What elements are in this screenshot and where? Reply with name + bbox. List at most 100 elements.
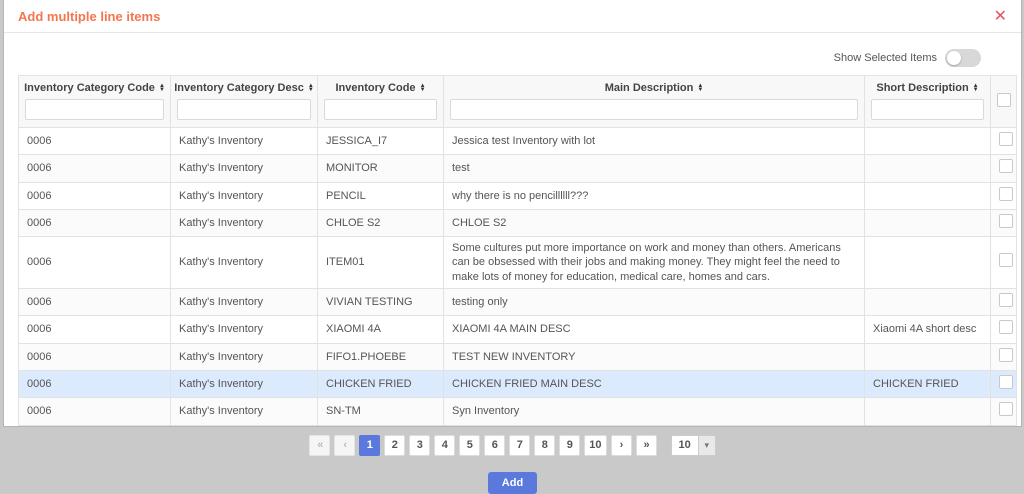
cell-category-desc: Kathy's Inventory <box>171 370 318 397</box>
sort-icon[interactable]: ▲▼ <box>420 84 426 92</box>
table-row[interactable]: 0006 Kathy's Inventory XIAOMI 4A XIAOMI … <box>19 316 1017 343</box>
page-button-5[interactable]: 5 <box>459 435 480 456</box>
sort-icon[interactable]: ▲▼ <box>308 84 314 92</box>
filter-input-main-description[interactable] <box>450 99 858 120</box>
page-button-8[interactable]: 8 <box>534 435 555 456</box>
row-checkbox[interactable] <box>999 159 1013 173</box>
cell-category-code: 0006 <box>19 370 171 397</box>
page-button-1[interactable]: 1 <box>359 435 380 456</box>
cell-main-description: CHICKEN FRIED MAIN DESC <box>444 370 865 397</box>
cell-main-description: why there is no pencillllll??? <box>444 182 865 209</box>
next-page-button[interactable]: › <box>611 435 632 456</box>
table-row[interactable]: 0006 Kathy's Inventory PENCIL why there … <box>19 182 1017 209</box>
close-icon[interactable]: ✕ <box>994 10 1007 24</box>
table-row[interactable]: 0006 Kathy's Inventory FIFO1.PHOEBE TEST… <box>19 343 1017 370</box>
row-checkbox[interactable] <box>999 253 1013 267</box>
filter-input-category-code[interactable] <box>25 99 164 120</box>
cell-inventory-code: ITEM01 <box>318 237 444 289</box>
cell-short-description <box>865 237 991 289</box>
table-row[interactable]: 0006 Kathy's Inventory SN-TM Syn Invento… <box>19 398 1017 425</box>
row-checkbox[interactable] <box>999 375 1013 389</box>
cell-category-code: 0006 <box>19 209 171 236</box>
column-header-category-desc[interactable]: Inventory Category Desc ▲▼ <box>171 76 318 128</box>
cell-category-desc: Kathy's Inventory <box>171 209 318 236</box>
show-selected-label: Show Selected Items <box>834 52 937 64</box>
table-row[interactable]: 0006 Kathy's Inventory ITEM01 Some cultu… <box>19 237 1017 289</box>
modal-header: Add multiple line items ✕ <box>4 0 1021 33</box>
row-checkbox[interactable] <box>999 293 1013 307</box>
column-label: Inventory Code <box>335 82 415 94</box>
cell-category-code: 0006 <box>19 237 171 289</box>
filter-input-inventory-code[interactable] <box>324 99 437 120</box>
column-header-short-description[interactable]: Short Description▲▼ <box>865 76 991 128</box>
table-row[interactable]: 0006 Kathy's Inventory JESSICA_I7 Jessic… <box>19 128 1017 155</box>
cell-inventory-code: MONITOR <box>318 155 444 182</box>
page-button-4[interactable]: 4 <box>434 435 455 456</box>
page-button-6[interactable]: 6 <box>484 435 505 456</box>
sort-icon[interactable]: ▲▼ <box>697 84 703 92</box>
footer: Add <box>4 472 1021 494</box>
page-button-10[interactable]: 10 <box>584 435 606 456</box>
cell-category-desc: Kathy's Inventory <box>171 237 318 289</box>
cell-category-code: 0006 <box>19 182 171 209</box>
cell-main-description: Some cultures put more importance on wor… <box>444 237 865 289</box>
last-page-button[interactable]: » <box>636 435 657 456</box>
table-row[interactable]: 0006 Kathy's Inventory MONITOR test <box>19 155 1017 182</box>
row-checkbox[interactable] <box>999 132 1013 146</box>
column-header-main-description[interactable]: Main Description▲▼ <box>444 76 865 128</box>
prev-page-button[interactable]: ‹ <box>334 435 355 456</box>
table-header-row: Inventory Category Code ▲▼ Inventory Cate… <box>19 76 1017 128</box>
table-row[interactable]: 0006 Kathy's Inventory CHLOE S2 CHLOE S2 <box>19 209 1017 236</box>
cell-category-desc: Kathy's Inventory <box>171 316 318 343</box>
select-all-checkbox[interactable] <box>997 93 1011 107</box>
pagination: « ‹ 1 2 3 4 5 6 7 8 9 10 › » 10 ▾ <box>4 435 1021 456</box>
column-label: Inventory Category Code <box>24 82 155 94</box>
add-line-items-modal: Add multiple line items ✕ Show Selected … <box>3 0 1022 427</box>
cell-main-description: Syn Inventory <box>444 398 865 425</box>
table-row[interactable]: 0006 Kathy's Inventory CHICKEN FRIED CHI… <box>19 370 1017 397</box>
cell-category-desc: Kathy's Inventory <box>171 398 318 425</box>
sort-icon[interactable]: ▲▼ <box>159 84 165 92</box>
column-header-category-code[interactable]: Inventory Category Code ▲▼ <box>19 76 171 128</box>
cell-category-desc: Kathy's Inventory <box>171 343 318 370</box>
page-size-select[interactable]: 10 ▾ <box>671 435 716 456</box>
page-button-9[interactable]: 9 <box>559 435 580 456</box>
cell-category-code: 0006 <box>19 128 171 155</box>
table-row[interactable]: 0006 Kathy's Inventory VIVIAN TESTING te… <box>19 289 1017 316</box>
cell-inventory-code: PENCIL <box>318 182 444 209</box>
row-checkbox[interactable] <box>999 214 1013 228</box>
page-button-3[interactable]: 3 <box>409 435 430 456</box>
filter-input-category-desc[interactable] <box>177 99 311 120</box>
cell-category-desc: Kathy's Inventory <box>171 289 318 316</box>
cell-inventory-code: CHLOE S2 <box>318 209 444 236</box>
cell-short-description <box>865 343 991 370</box>
cell-category-desc: Kathy's Inventory <box>171 155 318 182</box>
cell-category-code: 0006 <box>19 155 171 182</box>
column-label: Inventory Category Desc <box>174 82 304 94</box>
first-page-button[interactable]: « <box>309 435 330 456</box>
cell-inventory-code: FIFO1.PHOEBE <box>318 343 444 370</box>
row-checkbox[interactable] <box>999 348 1013 362</box>
cell-main-description: CHLOE S2 <box>444 209 865 236</box>
cell-category-desc: Kathy's Inventory <box>171 182 318 209</box>
row-checkbox[interactable] <box>999 187 1013 201</box>
column-header-inventory-code[interactable]: Inventory Code ▲▼ <box>318 76 444 128</box>
sort-icon[interactable]: ▲▼ <box>973 84 979 92</box>
cell-short-description: CHICKEN FRIED <box>865 370 991 397</box>
cell-category-code: 0006 <box>19 316 171 343</box>
cell-short-description <box>865 398 991 425</box>
page-button-2[interactable]: 2 <box>384 435 405 456</box>
cell-short-description <box>865 155 991 182</box>
cell-short-description <box>865 128 991 155</box>
row-checkbox[interactable] <box>999 320 1013 334</box>
show-selected-toggle[interactable] <box>945 49 981 67</box>
toggle-knob <box>947 51 961 65</box>
cell-category-code: 0006 <box>19 343 171 370</box>
cell-category-code: 0006 <box>19 398 171 425</box>
show-selected-row: Show Selected Items <box>18 49 981 67</box>
row-checkbox[interactable] <box>999 402 1013 416</box>
filter-input-short-description[interactable] <box>871 99 984 120</box>
page-button-7[interactable]: 7 <box>509 435 530 456</box>
add-button[interactable]: Add <box>488 472 537 494</box>
inventory-table: Inventory Category Code ▲▼ Inventory Cate… <box>18 75 1017 426</box>
